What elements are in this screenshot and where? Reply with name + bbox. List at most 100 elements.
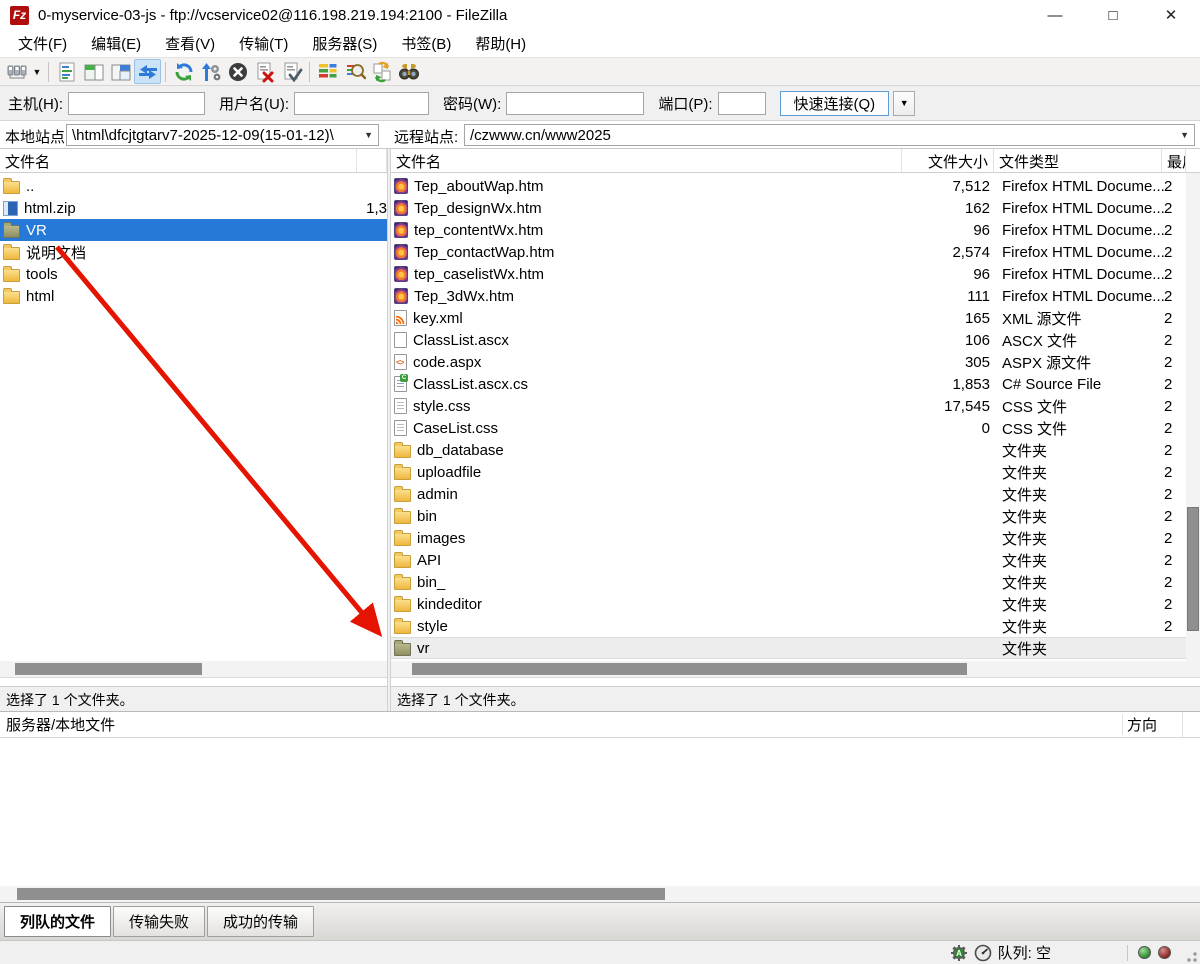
minimize-button[interactable]: — — [1026, 0, 1084, 30]
file-panes: 文件名 .. html.zip 1,3 VR — [0, 149, 1200, 711]
remote-site-label: 远程站点: — [394, 126, 458, 147]
queue-tab[interactable]: 列队的文件 — [4, 906, 111, 937]
transfer-queue-toggle-icon[interactable] — [134, 59, 161, 84]
local-file-row[interactable]: tools — [0, 263, 387, 285]
local-file-row[interactable]: 说明文档 — [0, 241, 387, 263]
file-icon — [394, 577, 411, 590]
remote-file-row[interactable]: Tep_designWx.htm 162 Firefox HTML Docume… — [391, 197, 1186, 219]
queue-horizontal-scrollbar[interactable] — [0, 886, 1200, 902]
remote-file-row[interactable]: style.css 17,545 CSS 文件 2 — [391, 395, 1186, 417]
chevron-down-icon[interactable]: ▼ — [1174, 130, 1189, 140]
remote-column-modified[interactable]: 最后修改 — [1162, 149, 1186, 172]
scrollbar-thumb[interactable] — [15, 663, 202, 675]
remote-file-row[interactable]: ClassList.ascx 106 ASCX 文件 2 — [391, 329, 1186, 351]
remote-file-row[interactable]: admin 文件夹 2 — [391, 483, 1186, 505]
maximize-button[interactable]: □ — [1084, 0, 1142, 30]
auto-transfer-type-icon[interactable]: A — [950, 944, 968, 962]
quickconnect-bar: 主机(H): 用户名(U): 密码(W): 端口(P): 快速连接(Q) ▼ — [0, 86, 1200, 121]
host-input[interactable] — [68, 92, 205, 115]
refresh-icon[interactable] — [170, 59, 197, 84]
local-horizontal-scrollbar[interactable] — [0, 661, 387, 677]
remote-file-row[interactable]: API 文件夹 2 — [391, 549, 1186, 571]
synchronized-browsing-icon[interactable] — [368, 59, 395, 84]
site-manager-icon[interactable] — [3, 59, 30, 84]
local-column-filename[interactable]: 文件名 — [0, 149, 357, 172]
close-button[interactable]: ✕ — [1142, 0, 1200, 30]
remote-file-row[interactable]: key.xml 165 XML 源文件 2 — [391, 307, 1186, 329]
quickconnect-button[interactable]: 快速连接(Q) — [780, 91, 890, 116]
remote-file-row[interactable]: style 文件夹 2 — [391, 615, 1186, 637]
chevron-down-icon[interactable]: ▼ — [358, 130, 373, 140]
remove-failed-transfers-icon[interactable] — [251, 59, 278, 84]
file-icon — [3, 247, 20, 260]
local-file-row[interactable]: html — [0, 285, 387, 307]
statusbar-separator — [1127, 945, 1128, 961]
remote-file-row[interactable]: vr 文件夹 — [391, 637, 1186, 659]
remote-file-row[interactable]: Tep_aboutWap.htm 7,512 Firefox HTML Docu… — [391, 175, 1186, 197]
local-file-row[interactable]: html.zip 1,3 — [0, 197, 387, 219]
local-file-list: .. html.zip 1,3 VR 说明文档 — [0, 173, 387, 661]
quickconnect-dropdown-icon[interactable]: ▼ — [893, 91, 915, 116]
recheck-queue-icon[interactable] — [278, 59, 305, 84]
cancel-icon[interactable] — [224, 59, 251, 84]
password-label: 密码(W): — [443, 93, 501, 114]
remote-column-type[interactable]: 文件类型 — [994, 149, 1162, 172]
remote-vertical-scrollbar[interactable] — [1186, 173, 1200, 670]
remote-file-row[interactable]: bin 文件夹 2 — [391, 505, 1186, 527]
menu-item[interactable]: 帮助(H) — [463, 30, 538, 57]
local-site-label: 本地站点: — [5, 126, 69, 147]
remote-file-row[interactable]: ClassList.ascx.cs 1,853 C# Source File 2 — [391, 373, 1186, 395]
remote-file-row[interactable]: bin_ 文件夹 2 — [391, 571, 1186, 593]
remote-path-combo[interactable]: /czwww.cn/www2025 ▼ — [464, 124, 1195, 146]
password-input[interactable] — [506, 92, 644, 115]
port-input[interactable] — [718, 92, 766, 115]
directory-comparison-icon[interactable] — [314, 59, 341, 84]
remote-column-filename[interactable]: 文件名 — [391, 149, 902, 172]
scrollbar-thumb[interactable] — [1187, 507, 1199, 631]
local-tree-toggle-icon[interactable] — [80, 59, 107, 84]
site-manager-dropdown-icon[interactable]: ▼ — [30, 59, 44, 84]
menu-item[interactable]: 传输(T) — [227, 30, 300, 57]
menu-item[interactable]: 查看(V) — [153, 30, 227, 57]
remote-tree-toggle-icon[interactable] — [107, 59, 134, 84]
queue-column-direction[interactable]: 方向 — [1122, 714, 1182, 735]
filename-filters-icon[interactable] — [341, 59, 368, 84]
find-files-icon[interactable] — [395, 59, 422, 84]
queue-tab[interactable]: 成功的传输 — [207, 906, 314, 937]
local-file-row[interactable]: .. — [0, 175, 387, 197]
scrollbar-thumb[interactable] — [412, 663, 967, 675]
menu-item[interactable]: 服务器(S) — [300, 30, 389, 57]
path-bar: 本地站点: \html\dfcjtgtarv7-2025-12-09(15-01… — [0, 121, 1200, 149]
file-icon — [394, 511, 411, 524]
remote-file-row[interactable]: kindeditor 文件夹 2 — [391, 593, 1186, 615]
remote-horizontal-scrollbar[interactable] — [391, 661, 1200, 677]
remote-file-row[interactable]: Tep_3dWx.htm 111 Firefox HTML Docume... … — [391, 285, 1186, 307]
menu-item[interactable]: 书签(B) — [389, 30, 463, 57]
remote-file-row[interactable]: tep_contentWx.htm 96 Firefox HTML Docume… — [391, 219, 1186, 241]
local-file-row[interactable]: VR — [0, 219, 387, 241]
remote-column-size[interactable]: 文件大小 — [902, 149, 994, 172]
remote-file-row[interactable]: code.aspx 305 ASPX 源文件 2 — [391, 351, 1186, 373]
remote-file-row[interactable]: db_database 文件夹 2 — [391, 439, 1186, 461]
queue-column-server[interactable]: 服务器/本地文件 — [0, 714, 1122, 735]
local-path-combo[interactable]: \html\dfcjtgtarv7-2025-12-09(15-01-12)\ … — [66, 124, 379, 146]
scrollbar-thumb[interactable] — [17, 888, 665, 900]
speed-limit-icon[interactable] — [974, 944, 992, 962]
remote-file-row[interactable]: images 文件夹 2 — [391, 527, 1186, 549]
resize-grip[interactable] — [1184, 949, 1198, 963]
remote-file-row[interactable]: Tep_contactWap.htm 2,574 Firefox HTML Do… — [391, 241, 1186, 263]
file-icon — [394, 643, 411, 656]
remote-file-row[interactable]: uploadfile 文件夹 2 — [391, 461, 1186, 483]
file-icon — [3, 269, 20, 282]
file-icon — [394, 445, 411, 458]
queue-tab[interactable]: 传输失败 — [113, 906, 205, 937]
message-log-toggle-icon[interactable] — [53, 59, 80, 84]
username-input[interactable] — [294, 92, 429, 115]
menu-item[interactable]: 文件(F) — [6, 30, 79, 57]
local-column-size[interactable] — [357, 149, 387, 172]
menu-item[interactable]: 编辑(E) — [79, 30, 153, 57]
remote-status-text: 选择了 1 个文件夹。 — [391, 686, 1200, 711]
process-queue-icon[interactable] — [197, 59, 224, 84]
remote-file-row[interactable]: tep_caselistWx.htm 96 Firefox HTML Docum… — [391, 263, 1186, 285]
remote-file-row[interactable]: CaseList.css 0 CSS 文件 2 — [391, 417, 1186, 439]
